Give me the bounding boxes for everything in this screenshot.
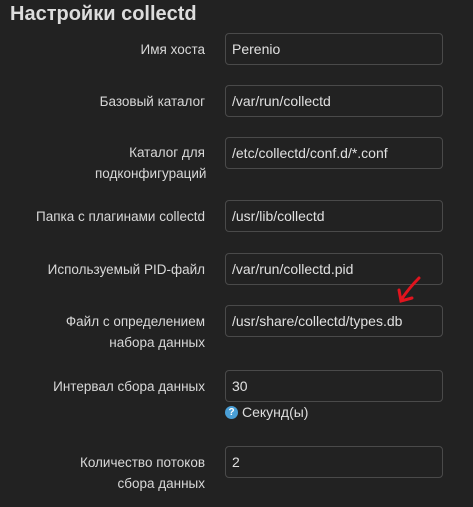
interval-input[interactable] [225, 370, 443, 402]
plugindir-label: Папка с плагинами collectd [36, 209, 205, 224]
help-icon: ? [225, 405, 238, 419]
hostname-label: Имя хоста [140, 42, 205, 57]
interval-help: ? Секунд(ы) [225, 404, 308, 420]
threads-label: Количество потоков сбора данных [79, 455, 205, 491]
threads-input[interactable] [225, 446, 443, 478]
plugindir-input[interactable] [225, 200, 443, 232]
interval-label: Интервал сбора данных [53, 379, 205, 394]
typesdb-input[interactable] [225, 305, 443, 337]
red-arrow-annotation [397, 276, 421, 303]
include-label: Каталог для подконфигураций [95, 145, 207, 181]
interval-help-text: Секунд(ы) [242, 404, 309, 420]
basedir-label: Базовый каталог [99, 94, 205, 109]
typesdb-label: Файл с определением набора данных [65, 314, 205, 350]
include-input[interactable] [225, 137, 443, 169]
basedir-input[interactable] [225, 85, 443, 117]
pidfile-label: Используемый PID-файл [47, 262, 205, 277]
hostname-input[interactable] [225, 33, 443, 65]
page-title: Настройки collectd [10, 3, 197, 25]
